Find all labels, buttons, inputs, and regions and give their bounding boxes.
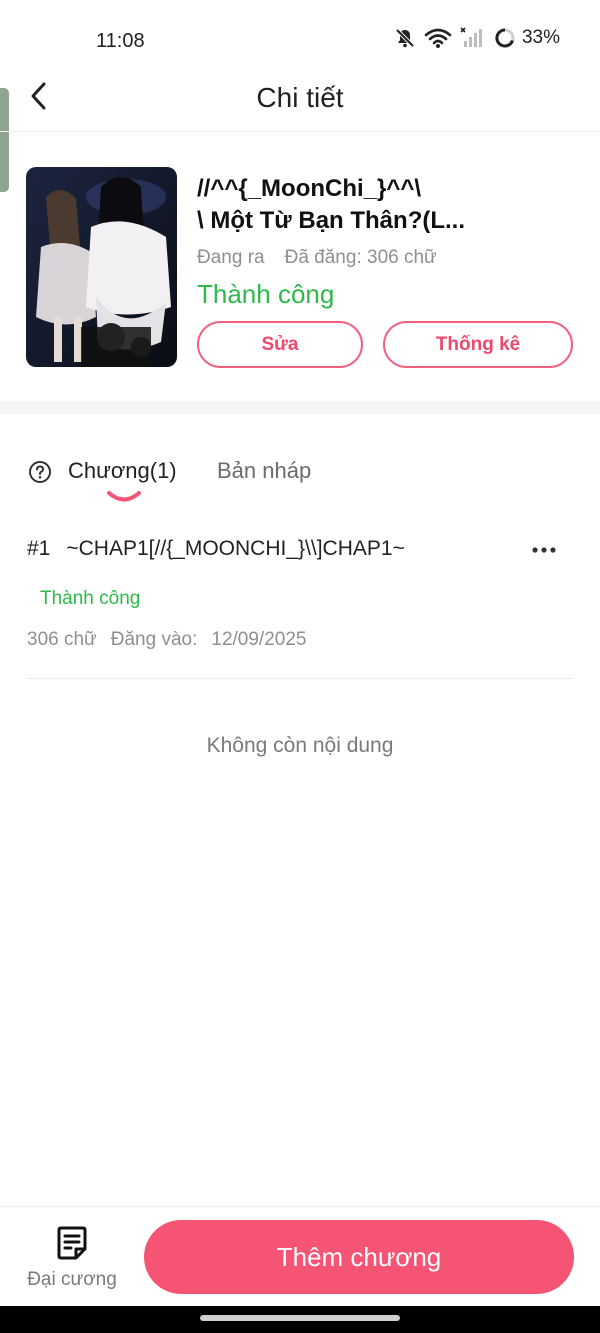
cellular-signal-icon <box>460 27 482 47</box>
chapter-heading: #1 ~CHAP1[//{_MOONCHI_}\\]CHAP1~ <box>27 537 405 561</box>
chapter-tabs: Chương(1) Bản nháp <box>0 440 600 510</box>
work-state: Đang ra <box>197 247 265 268</box>
chapter-number: #1 <box>27 537 51 560</box>
status-icons: 33% <box>394 27 560 49</box>
chapter-date: 12/09/2025 <box>211 629 307 650</box>
work-title-line-2: \ Một Từ Bạn Thân?(L... <box>197 207 466 234</box>
tab-chapters[interactable]: Chương(1) <box>68 458 177 484</box>
end-of-list-text: Không còn nội dung <box>206 734 394 757</box>
chapter-status: Thành công <box>40 588 141 609</box>
status-bar: 11:08 33% <box>0 0 600 80</box>
work-status: Thành công <box>197 279 335 309</box>
work-word-count: Đã đăng: 306 chữ <box>284 247 437 268</box>
work-title-line-1: //^^{_MoonChi_}^^\ <box>197 175 422 202</box>
outline-label: Đại cương <box>27 1269 117 1290</box>
edit-button[interactable]: Sửa <box>197 321 363 368</box>
chapter-meta: 306 chữ Đăng vào: 12/09/2025 <box>27 629 306 651</box>
chapter-word-count: 306 chữ <box>27 629 97 650</box>
wifi-icon <box>424 28 452 48</box>
help-icon[interactable] <box>28 460 52 489</box>
status-time: 11:08 <box>96 30 145 52</box>
chapter-posted-label: Đăng vào: <box>110 629 198 650</box>
cover-image[interactable] <box>26 167 177 367</box>
tab-active-indicator <box>107 491 141 502</box>
bell-muted-icon <box>395 28 415 48</box>
tab-drafts[interactable]: Bản nháp <box>217 458 311 484</box>
page-header: Chi tiết <box>0 70 600 132</box>
statistics-button[interactable]: Thống kê <box>383 321 573 368</box>
battery-percent: 33% <box>521 27 560 48</box>
battery-ring-icon <box>495 28 515 48</box>
add-chapter-button[interactable]: Thêm chương <box>144 1220 574 1294</box>
cover-artwork <box>26 167 177 367</box>
chapter-divider <box>26 678 574 679</box>
more-horizontal-icon <box>532 547 556 553</box>
work-meta: Đang ra Đã đăng: 306 chữ <box>197 247 437 269</box>
outline-button[interactable]: Đại cương <box>20 1221 124 1297</box>
bottom-action-bar: Đại cương Thêm chương <box>0 1206 600 1306</box>
system-navigation-bar <box>0 1306 600 1333</box>
document-list-icon <box>57 1226 87 1260</box>
work-title[interactable]: //^^{_MoonChi_}^^\ \ Một Từ Bạn Thân?(L.… <box>197 173 497 237</box>
chapter-title: ~CHAP1[//{_MOONCHI_}\\]CHAP1~ <box>66 537 405 560</box>
section-divider <box>0 401 600 414</box>
chapter-list-item[interactable]: #1 ~CHAP1[//{_MOONCHI_}\\]CHAP1~ Thành c… <box>0 520 600 680</box>
page-title: Chi tiết <box>256 82 344 113</box>
home-indicator[interactable] <box>200 1315 400 1321</box>
more-options-button[interactable] <box>528 538 560 562</box>
work-summary-card: //^^{_MoonChi_}^^\ \ Một Từ Bạn Thân?(L.… <box>0 133 600 401</box>
